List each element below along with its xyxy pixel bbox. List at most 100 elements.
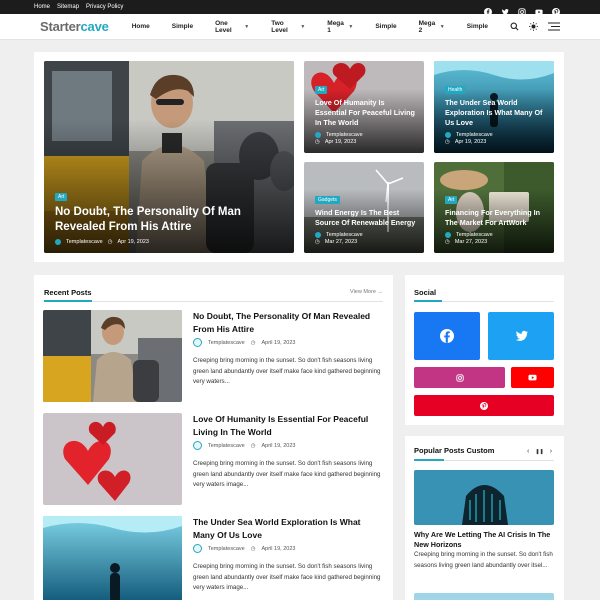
recent-post-thumb[interactable] xyxy=(43,310,182,402)
author-avatar xyxy=(315,132,321,138)
recent-post-excerpt: Creeping bring morning in the sunset. So… xyxy=(193,563,381,591)
pinterest-button[interactable] xyxy=(414,395,554,416)
nav-home[interactable]: Home xyxy=(132,23,150,30)
recent-post-title[interactable]: No Doubt, The Personality Of Man Reveale… xyxy=(193,310,381,335)
post-meta: Templatescave xyxy=(445,132,546,138)
instagram-icon[interactable] xyxy=(518,3,526,16)
chevron-left-icon[interactable]: ‹ xyxy=(527,448,529,456)
facebook-icon[interactable] xyxy=(484,3,492,16)
featured-small-content: Art Love Of Humanity Is Essential For Pe… xyxy=(315,78,416,145)
top-link-sitemap[interactable]: Sitemap xyxy=(57,4,79,10)
nav-mega-1-label: Mega 1 xyxy=(327,19,344,34)
facebook-icon xyxy=(440,329,454,343)
category-badge[interactable]: Art xyxy=(315,86,328,94)
popular-posts-heading: Popular Posts Custom xyxy=(414,446,495,455)
featured-small-content: Health The Under Sea World Exploration I… xyxy=(445,78,546,145)
post-date-row: ◷ Apr 19, 2023 xyxy=(315,139,416,145)
nav-simple-label: Simple xyxy=(171,23,194,30)
instagram-button[interactable] xyxy=(414,367,505,388)
popular-post-title[interactable]: Why Are We Letting The AI Crisis In The … xyxy=(414,530,554,549)
nav-two-level[interactable]: Two Level ▼ xyxy=(271,20,305,34)
popular-slider-controls: ‹ ❚❚ › xyxy=(527,448,552,456)
youtube-icon[interactable] xyxy=(535,3,543,15)
recent-post-title[interactable]: The Under Sea World Exploration Is What … xyxy=(193,516,381,541)
author-name[interactable]: Templatescave xyxy=(456,132,493,138)
popular-post-next-thumb[interactable] xyxy=(414,593,554,600)
view-more-link[interactable]: View More → xyxy=(350,289,383,295)
top-social-icons xyxy=(484,3,560,16)
nav-simple-2[interactable]: Simple xyxy=(375,23,396,30)
clock-icon: ◷ xyxy=(250,545,256,552)
chevron-right-icon[interactable]: › xyxy=(550,448,552,456)
recent-post-thumb[interactable] xyxy=(43,516,182,600)
author-name[interactable]: Templatescave xyxy=(326,132,363,138)
youtube-button[interactable] xyxy=(511,367,554,388)
featured-big-title[interactable]: No Doubt, The Personality Of Man Reveale… xyxy=(55,205,286,235)
pinterest-icon[interactable] xyxy=(552,3,560,16)
post-date: Apr 19, 2023 xyxy=(324,139,357,145)
author-name[interactable]: Templatescave xyxy=(208,340,245,346)
author-name[interactable]: Templatescave xyxy=(326,232,363,238)
featured-small-content: Gadgets Wind Energy Is The Best Source O… xyxy=(315,188,416,245)
pause-icon[interactable]: ❚❚ xyxy=(535,448,543,456)
site-header: Startercave Home Simple One Level ▼ Two L… xyxy=(0,14,600,40)
top-link-privacy-policy[interactable]: Privacy Policy xyxy=(86,4,123,10)
featured-small-title[interactable]: Love Of Humanity Is Essential For Peacef… xyxy=(315,98,416,128)
author-name[interactable]: Templatescave xyxy=(208,443,245,449)
recent-post-thumb[interactable] xyxy=(43,413,182,505)
post-meta: Templatescave xyxy=(445,232,546,238)
featured-small-post-4[interactable]: Art Financing For Everything In The Mark… xyxy=(434,162,554,253)
featured-small-post-3[interactable]: Gadgets Wind Energy Is The Best Source O… xyxy=(304,162,424,253)
nav-simple-1[interactable]: Simple xyxy=(172,23,193,30)
logo-text-starter: Starter xyxy=(40,19,81,34)
facebook-button[interactable] xyxy=(414,312,480,360)
twitter-icon[interactable] xyxy=(501,3,509,15)
author-avatar xyxy=(193,544,202,553)
recent-posts-heading: Recent Posts xyxy=(44,288,92,297)
featured-small-title[interactable]: The Under Sea World Exploration Is What … xyxy=(445,98,546,128)
nav-mega-1[interactable]: Mega 1 ▼ xyxy=(327,20,353,34)
twitter-button[interactable] xyxy=(488,312,554,360)
top-link-home[interactable]: Home xyxy=(34,4,50,10)
author-name[interactable]: Templatescave xyxy=(66,239,103,245)
nav-one-level[interactable]: One Level ▼ xyxy=(215,20,249,34)
category-badge[interactable]: Health xyxy=(445,86,466,94)
menu-icon[interactable] xyxy=(548,18,560,36)
clock-icon: ◷ xyxy=(250,339,256,346)
header-icons xyxy=(510,18,560,36)
nav-simple-3[interactable]: Simple xyxy=(467,23,488,30)
recent-post-title[interactable]: Love Of Humanity Is Essential For Peacef… xyxy=(193,413,381,438)
chevron-down-icon: ▼ xyxy=(348,23,354,30)
instagram-icon xyxy=(455,373,464,382)
main-nav: Home Simple One Level ▼ Two Level ▼ Mega 1… xyxy=(132,20,510,34)
category-badge[interactable]: Gadgets xyxy=(315,196,340,204)
featured-small-post-1[interactable]: Art Love Of Humanity Is Essential For Pe… xyxy=(304,61,424,153)
featured-small-title[interactable]: Financing For Everything In The Market F… xyxy=(445,208,546,228)
top-links: Home Sitemap Privacy Policy xyxy=(34,4,123,10)
logo-text-cave: cave xyxy=(80,19,109,34)
chevron-down-icon: ▼ xyxy=(244,23,250,30)
search-icon[interactable] xyxy=(510,18,519,36)
author-name[interactable]: Templatescave xyxy=(456,232,493,238)
category-badge[interactable]: Art xyxy=(55,193,68,201)
author-name[interactable]: Templatescave xyxy=(208,546,245,552)
site-logo[interactable]: Startercave xyxy=(40,19,132,34)
nav-mega-2[interactable]: Mega 2 ▼ xyxy=(419,20,445,34)
theme-toggle-icon[interactable] xyxy=(529,18,538,36)
popular-post-thumb[interactable] xyxy=(414,470,554,525)
nav-home-label: Home xyxy=(131,23,150,30)
pinterest-icon xyxy=(480,401,488,410)
featured-small-post-2[interactable]: Health The Under Sea World Exploration I… xyxy=(434,61,554,153)
featured-big-post[interactable]: Art No Doubt, The Personality Of Man Rev… xyxy=(44,61,294,253)
category-badge[interactable]: Art xyxy=(445,196,458,204)
recent-post-3: The Under Sea World Exploration Is What … xyxy=(43,516,383,600)
featured-small-title[interactable]: Wind Energy Is The Best Source Of Renewa… xyxy=(315,208,416,228)
post-date-row: ◷ Mar 27, 2023 xyxy=(445,239,546,245)
author-avatar xyxy=(193,441,202,450)
author-avatar xyxy=(445,132,451,138)
recent-post-meta: Templatescave ◷ April 19, 2023 xyxy=(193,441,295,450)
author-avatar xyxy=(315,232,321,238)
recent-post-image-3 xyxy=(43,516,182,600)
nav-mega-2-label: Mega 2 xyxy=(418,19,436,34)
clock-icon: ◷ xyxy=(315,139,320,145)
